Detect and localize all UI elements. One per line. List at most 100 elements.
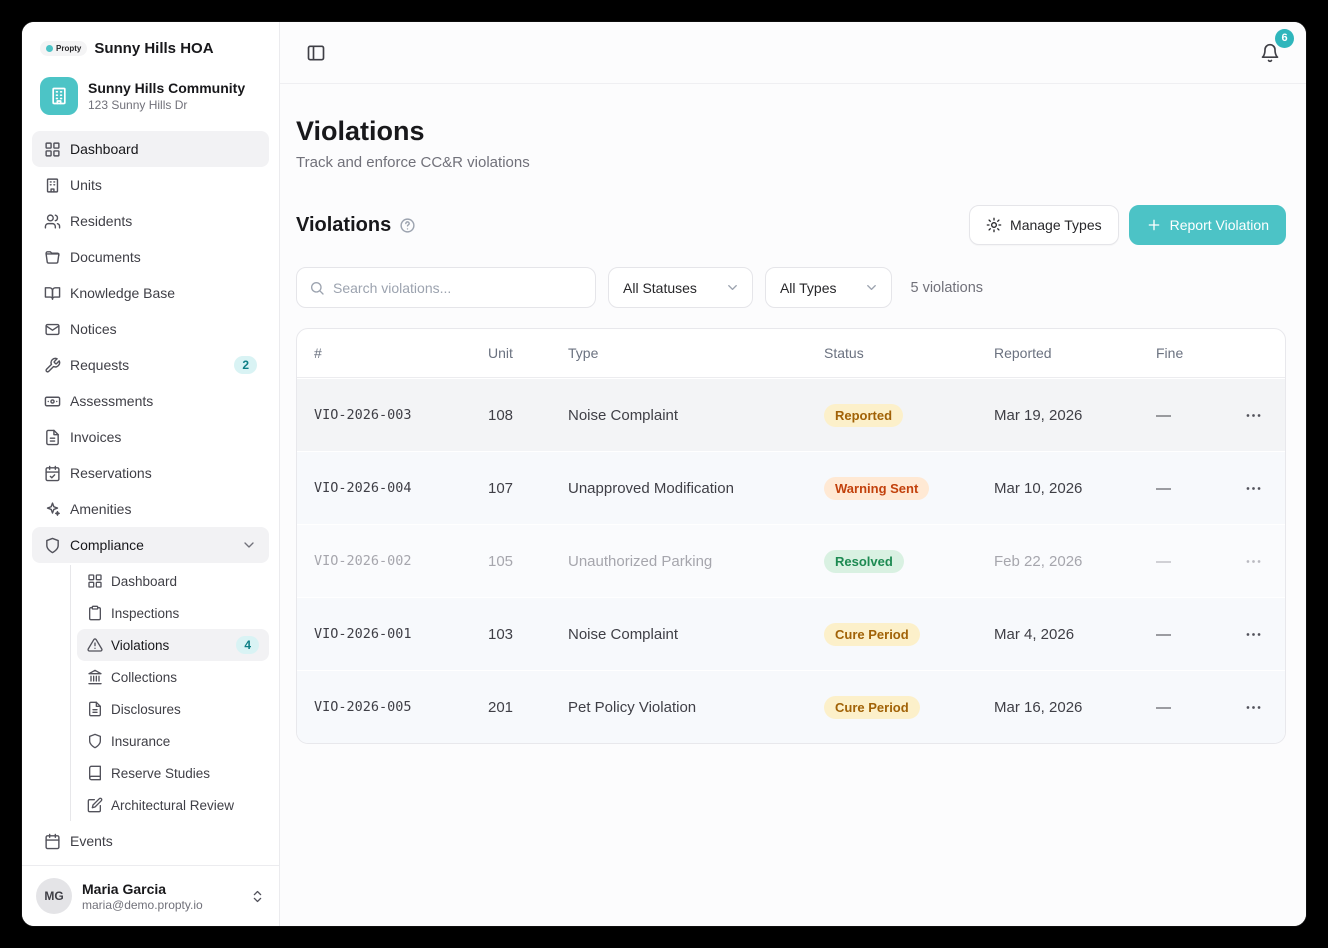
app-window: Propty Sunny Hills HOA Sunny Hills Commu… — [22, 22, 1306, 926]
sidebar-item-requests[interactable]: Requests 2 — [32, 347, 269, 383]
sidebar-item-units[interactable]: Units — [32, 167, 269, 203]
column-header-type: Type — [568, 345, 824, 361]
building-icon — [44, 177, 61, 194]
violation-fine: — — [1156, 480, 1234, 497]
sidebar-item-reserve-studies[interactable]: Reserve Studies — [77, 757, 269, 789]
wrench-icon — [44, 357, 61, 374]
sidebar-toggle-button[interactable] — [300, 37, 332, 69]
sidebar-item-label: Insurance — [111, 734, 170, 749]
table-row[interactable]: VIO-2026-005 201 Pet Policy Violation Cu… — [297, 670, 1285, 743]
logo-text: Propty — [56, 44, 81, 53]
sidebar-item-violations[interactable]: Violations 4 — [77, 629, 269, 661]
column-header-reported: Reported — [994, 345, 1156, 361]
sidebar-item-architectural-review[interactable]: Architectural Review — [77, 789, 269, 821]
manage-types-button[interactable]: Manage Types — [969, 205, 1119, 245]
sidebar-item-insurance[interactable]: Insurance — [77, 725, 269, 757]
sidebar-item-assessments[interactable]: Assessments — [32, 383, 269, 419]
org-name: Sunny Hills HOA — [94, 40, 213, 57]
report-violation-button[interactable]: Report Violation — [1129, 205, 1286, 245]
page-title: Violations — [296, 116, 1286, 147]
sidebar-item-knowledge-base[interactable]: Knowledge Base — [32, 275, 269, 311]
sparkles-icon — [44, 501, 61, 518]
sidebar-item-label: Architectural Review — [111, 798, 234, 813]
user-name: Maria Garcia — [82, 880, 203, 898]
sidebar-item-compliance-dashboard[interactable]: Dashboard — [77, 565, 269, 597]
violation-id: VIO-2026-005 — [314, 699, 488, 715]
row-actions-button[interactable] — [1244, 406, 1285, 425]
filter-bar: All Statuses All Types 5 violations — [296, 267, 1286, 308]
edit-square-icon — [87, 797, 103, 813]
table-row[interactable]: VIO-2026-004 107 Unapproved Modification… — [297, 451, 1285, 524]
violation-type: Pet Policy Violation — [568, 699, 824, 716]
building-icon — [40, 77, 78, 115]
violation-reported: Feb 22, 2026 — [994, 553, 1156, 570]
violation-id: VIO-2026-001 — [314, 626, 488, 642]
notifications-button[interactable]: 6 — [1254, 37, 1286, 69]
sidebar-item-notices[interactable]: Notices — [32, 311, 269, 347]
search-input[interactable] — [333, 280, 583, 296]
row-actions-button[interactable] — [1244, 479, 1285, 498]
violation-unit: 108 — [488, 407, 568, 424]
sidebar-item-dashboard[interactable]: Dashboard — [32, 131, 269, 167]
status-filter-select[interactable]: All Statuses — [608, 267, 753, 308]
sidebar-item-compliance[interactable]: Compliance — [32, 527, 269, 563]
violation-unit: 107 — [488, 480, 568, 497]
violation-id: VIO-2026-002 — [314, 553, 488, 569]
sidebar-item-label: Assessments — [70, 393, 153, 409]
sidebar-item-label: Units — [70, 177, 102, 193]
sidebar: Propty Sunny Hills HOA Sunny Hills Commu… — [22, 22, 280, 926]
notification-count-badge: 6 — [1275, 29, 1294, 48]
row-actions-button[interactable] — [1244, 698, 1285, 717]
user-menu[interactable]: MG Maria Garcia maria@demo.propty.io — [22, 865, 279, 926]
sidebar-item-invoices[interactable]: Invoices — [32, 419, 269, 455]
search-box — [296, 267, 596, 308]
violation-type: Unapproved Modification — [568, 480, 824, 497]
banknote-icon — [44, 393, 61, 410]
column-header-unit: Unit — [488, 345, 568, 361]
page-content: Violations Track and enforce CC&R violat… — [280, 84, 1306, 744]
main-area: 6 Violations Track and enforce CC&R viol… — [280, 22, 1306, 926]
sidebar-item-label: Violations — [111, 638, 169, 653]
help-icon[interactable] — [399, 217, 416, 234]
logo-dot-icon — [46, 45, 53, 52]
type-filter-select[interactable]: All Types — [765, 267, 893, 308]
sidebar-item-inspections[interactable]: Inspections — [77, 597, 269, 629]
ellipsis-icon — [1244, 479, 1263, 498]
sidebar-item-disclosures[interactable]: Disclosures — [77, 693, 269, 725]
requests-count-badge: 2 — [234, 356, 257, 374]
propty-logo-icon: Propty — [40, 41, 87, 56]
community-switcher[interactable]: Sunny Hills Community 123 Sunny Hills Dr — [34, 71, 267, 121]
table-row[interactable]: VIO-2026-003 108 Noise Complaint Reporte… — [297, 378, 1285, 451]
row-actions-button[interactable] — [1244, 552, 1285, 571]
table-row[interactable]: VIO-2026-002 105 Unauthorized Parking Re… — [297, 524, 1285, 597]
sidebar-item-label: Reserve Studies — [111, 766, 210, 781]
sidebar-item-label: Dashboard — [70, 141, 139, 157]
shield-icon — [87, 733, 103, 749]
file-text-icon — [87, 701, 103, 717]
ellipsis-icon — [1244, 552, 1263, 571]
file-text-icon — [44, 429, 61, 446]
sidebar-item-label: Compliance — [70, 537, 144, 553]
topbar: 6 — [280, 22, 1306, 84]
sidebar-item-events[interactable]: Events — [32, 823, 269, 859]
table-row[interactable]: VIO-2026-001 103 Noise Complaint Cure Pe… — [297, 597, 1285, 670]
sidebar-item-label: Invoices — [70, 429, 121, 445]
results-count: 5 violations — [910, 280, 983, 296]
row-actions-button[interactable] — [1244, 625, 1285, 644]
sidebar-item-collections[interactable]: Collections — [77, 661, 269, 693]
ellipsis-icon — [1244, 698, 1263, 717]
sidebar-item-documents[interactable]: Documents — [32, 239, 269, 275]
grid-icon — [44, 141, 61, 158]
sidebar-item-label: Events — [70, 833, 113, 849]
sidebar-item-label: Disclosures — [111, 702, 181, 717]
column-header-fine: Fine — [1156, 345, 1234, 361]
sidebar-item-amenities[interactable]: Amenities — [32, 491, 269, 527]
violation-unit: 105 — [488, 553, 568, 570]
ellipsis-icon — [1244, 406, 1263, 425]
sidebar-item-reservations[interactable]: Reservations — [32, 455, 269, 491]
chevron-down-icon — [725, 280, 740, 295]
ellipsis-icon — [1244, 625, 1263, 644]
grid-icon — [87, 573, 103, 589]
sidebar-item-residents[interactable]: Residents — [32, 203, 269, 239]
compliance-subnav: Dashboard Inspections Violations 4 Colle… — [70, 565, 269, 821]
